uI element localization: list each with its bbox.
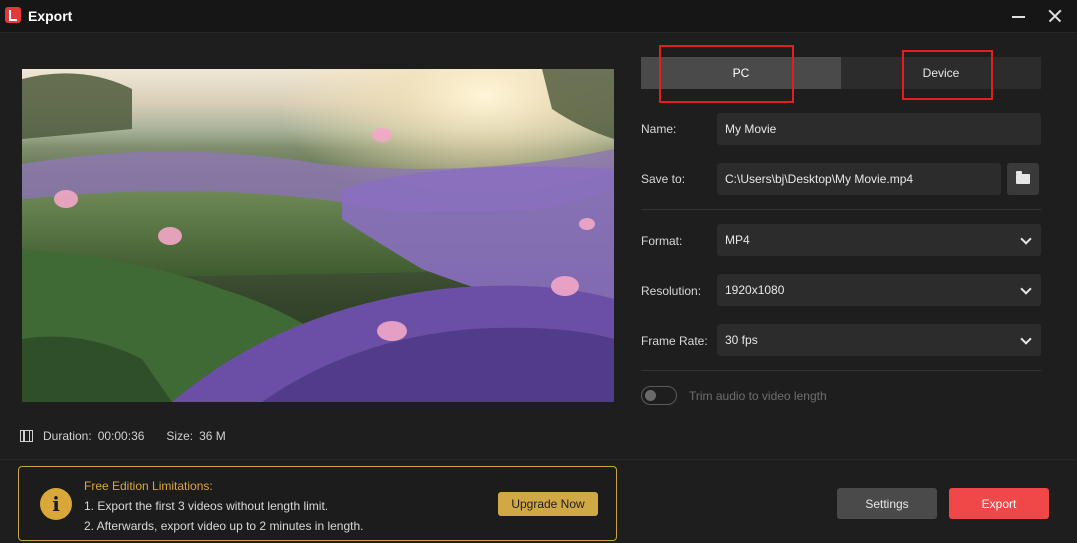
- app-logo-icon: [5, 7, 21, 23]
- name-field[interactable]: [717, 113, 1041, 145]
- save-path-field[interactable]: [717, 163, 1001, 195]
- chevron-down-icon: [1020, 283, 1032, 295]
- format-value: MP4: [725, 233, 750, 247]
- duration-value: 00:00:36: [97, 429, 145, 443]
- resolution-label: Resolution:: [641, 284, 702, 298]
- window-title: Export: [28, 8, 73, 24]
- video-meta: Duration: 00:00:36 Size: 36 M: [20, 429, 226, 443]
- lavender-field-image: [22, 69, 614, 402]
- footer-divider: [0, 459, 1077, 460]
- free-edition-notice: i Free Edition Limitations: 1. Export th…: [18, 466, 617, 541]
- toggle-knob: [645, 390, 656, 401]
- resolution-select[interactable]: 1920x1080: [717, 274, 1041, 306]
- upgrade-now-button[interactable]: Upgrade Now: [498, 492, 598, 516]
- export-target-tabs: PC Device: [641, 57, 1041, 89]
- video-preview: [22, 69, 614, 402]
- format-select[interactable]: MP4: [717, 224, 1041, 256]
- close-icon[interactable]: [1043, 5, 1067, 27]
- save-to-label: Save to:: [641, 172, 686, 186]
- info-icon: i: [40, 488, 72, 520]
- form-divider: [641, 370, 1041, 371]
- browse-folder-button[interactable]: [1007, 163, 1039, 195]
- export-button[interactable]: Export: [949, 488, 1049, 519]
- settings-button[interactable]: Settings: [837, 488, 937, 519]
- name-input[interactable]: [725, 122, 1041, 136]
- chevron-down-icon: [1020, 333, 1032, 345]
- save-path-input[interactable]: [725, 172, 1001, 186]
- size-value: 36 M: [199, 429, 226, 443]
- minimize-icon[interactable]: [1007, 5, 1031, 27]
- tab-device[interactable]: Device: [841, 57, 1041, 89]
- notice-title: Free Edition Limitations:: [84, 479, 213, 493]
- notice-line-2: 2. Afterwards, export video up to 2 minu…: [84, 519, 364, 533]
- resolution-value: 1920x1080: [725, 283, 785, 297]
- size-label: Size:: [166, 429, 194, 443]
- form-divider: [641, 209, 1041, 210]
- trim-audio-label: Trim audio to video length: [689, 389, 827, 403]
- duration-label: Duration:: [43, 429, 92, 443]
- notice-line-1: 1. Export the first 3 videos without len…: [84, 499, 329, 513]
- chevron-down-icon: [1020, 233, 1032, 245]
- frame-rate-select[interactable]: 30 fps: [717, 324, 1041, 356]
- film-icon: [20, 430, 33, 442]
- frame-rate-value: 30 fps: [725, 333, 758, 347]
- format-label: Format:: [641, 234, 683, 248]
- export-dialog: Export Duration: 00:00:36 Size: 36 M PC …: [0, 0, 1077, 543]
- tab-pc[interactable]: PC: [641, 57, 841, 89]
- title-bar: Export: [0, 0, 1077, 33]
- name-label: Name:: [641, 122, 677, 136]
- frame-rate-label: Frame Rate:: [641, 334, 708, 348]
- trim-audio-toggle[interactable]: [641, 386, 677, 405]
- folder-icon: [1016, 171, 1030, 184]
